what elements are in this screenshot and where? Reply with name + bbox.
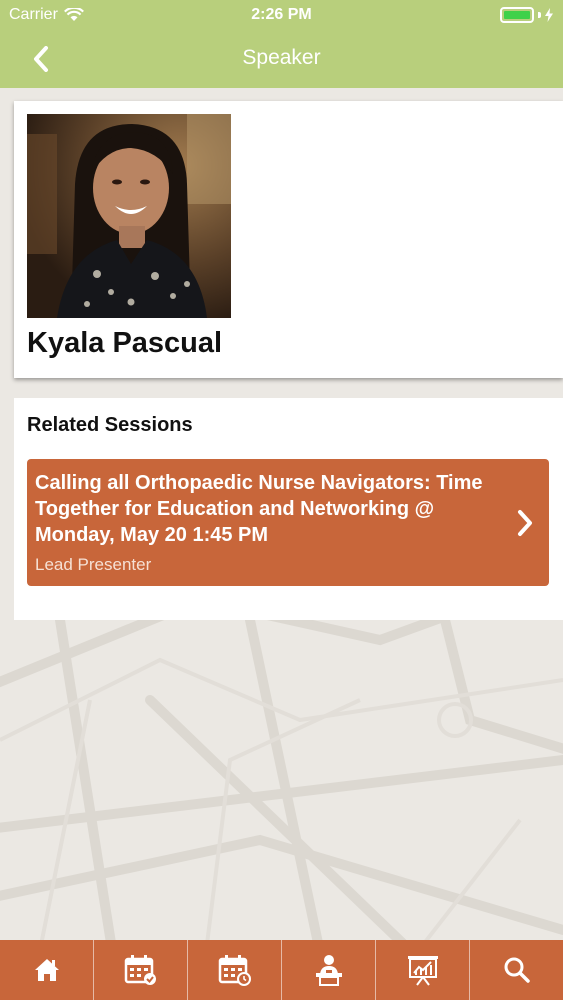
search-icon (504, 957, 530, 983)
presentation-chart-icon (407, 956, 438, 986)
home-icon (34, 959, 59, 981)
charging-bolt-icon (545, 8, 553, 22)
nav-bar: Speaker (0, 30, 563, 88)
calendar-check-icon (124, 955, 156, 985)
tab-speakers[interactable] (281, 940, 375, 1000)
speaker-podium-icon (315, 955, 342, 986)
session-list-item[interactable]: Calling all Orthopaedic Nurse Navigators… (27, 459, 549, 586)
calendar-clock-icon (218, 955, 251, 986)
tab-my-schedule[interactable] (93, 940, 187, 1000)
related-sessions-heading: Related Sessions (27, 414, 193, 436)
header: Carrier 2:26 PM Speaker (0, 0, 563, 88)
status-time: 2:26 PM (251, 6, 312, 23)
status-bar: Carrier 2:26 PM (0, 0, 563, 30)
tab-bar (0, 940, 563, 1000)
tab-schedule[interactable] (187, 940, 281, 1000)
related-sessions-card: Related Sessions Calling all Orthopaedic… (14, 398, 563, 620)
tab-home[interactable] (0, 940, 93, 1000)
speaker-photo (27, 114, 231, 318)
speaker-card: Kyala Pascual (14, 101, 563, 378)
session-role: Lead Presenter (35, 555, 152, 574)
speaker-name: Kyala Pascual (27, 327, 223, 359)
page-title: Speaker (242, 46, 321, 69)
session-title: Calling all Orthopaedic Nurse Navigators… (35, 472, 483, 546)
battery-icon (500, 7, 553, 23)
chevron-right-icon (518, 510, 532, 536)
tab-search[interactable] (469, 940, 563, 1000)
tab-presentations[interactable] (375, 940, 469, 1000)
